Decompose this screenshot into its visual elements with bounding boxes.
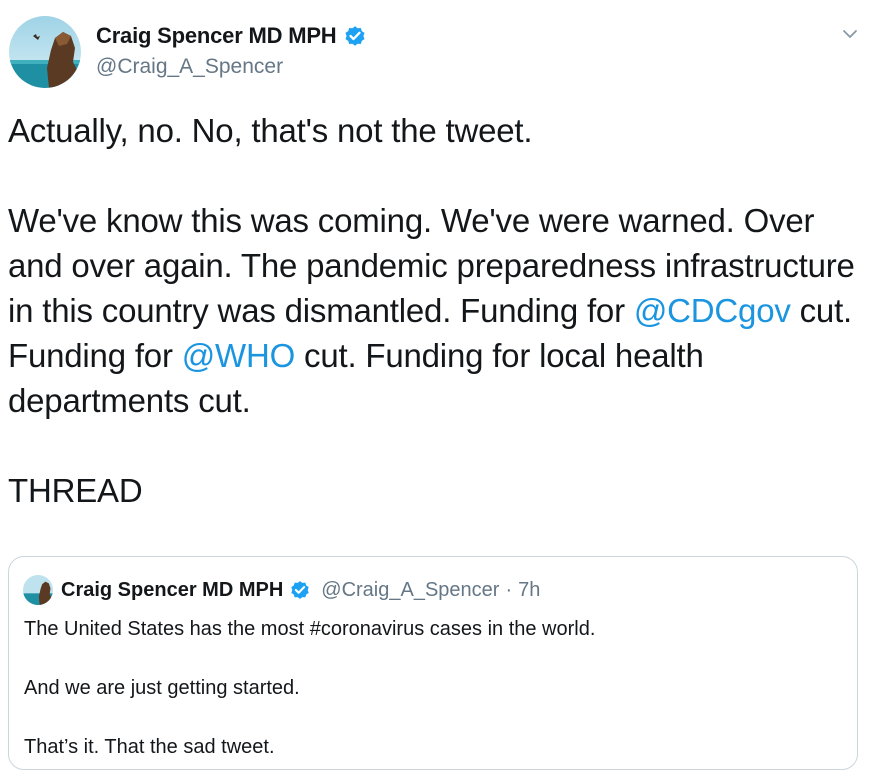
quoted-timestamp[interactable]: 7h [518, 579, 540, 602]
quoted-text-line: And we are just getting started. [24, 677, 300, 699]
quoted-handle[interactable]: @Craig_A_Spencer [321, 579, 499, 602]
display-name[interactable]: Craig Spencer MD MPH [96, 23, 337, 49]
separator-dot: · [505, 578, 513, 601]
quoted-tweet-header: Craig Spencer MD MPH @Craig_A_Spencer · … [23, 575, 540, 605]
verified-badge-icon [289, 579, 311, 601]
quoted-text-line: That’s it. That the sad tweet. [24, 736, 275, 758]
avatar[interactable] [9, 16, 81, 88]
quoted-avatar[interactable] [23, 575, 53, 605]
tweet-text-paragraph: We've know this was coming. We've were w… [8, 198, 868, 423]
quoted-text-line: The United States has the most #coronavi… [24, 618, 596, 640]
quoted-display-name[interactable]: Craig Spencer MD MPH [61, 579, 283, 602]
quoted-tweet-card[interactable]: Craig Spencer MD MPH @Craig_A_Spencer · … [8, 556, 858, 770]
tweet-text: Actually, no. No, that's not the tweet. … [8, 108, 868, 513]
author-handle[interactable]: @Craig_A_Spencer [96, 55, 283, 79]
chevron-down-icon[interactable] [836, 20, 864, 48]
tweet-card: Craig Spencer MD MPH @Craig_A_Spencer Ac… [0, 0, 890, 778]
mention-link-cdcgov[interactable]: @CDCgov [634, 292, 791, 329]
quoted-tweet-text: The United States has the most #coronavi… [24, 615, 844, 763]
author-name-row: Craig Spencer MD MPH [96, 23, 367, 49]
mention-link-who[interactable]: @WHO [182, 337, 296, 374]
verified-badge-icon [343, 24, 367, 48]
tweet-text-thread: THREAD [8, 472, 143, 509]
tweet-text-line1: Actually, no. No, that's not the tweet. [8, 112, 533, 149]
